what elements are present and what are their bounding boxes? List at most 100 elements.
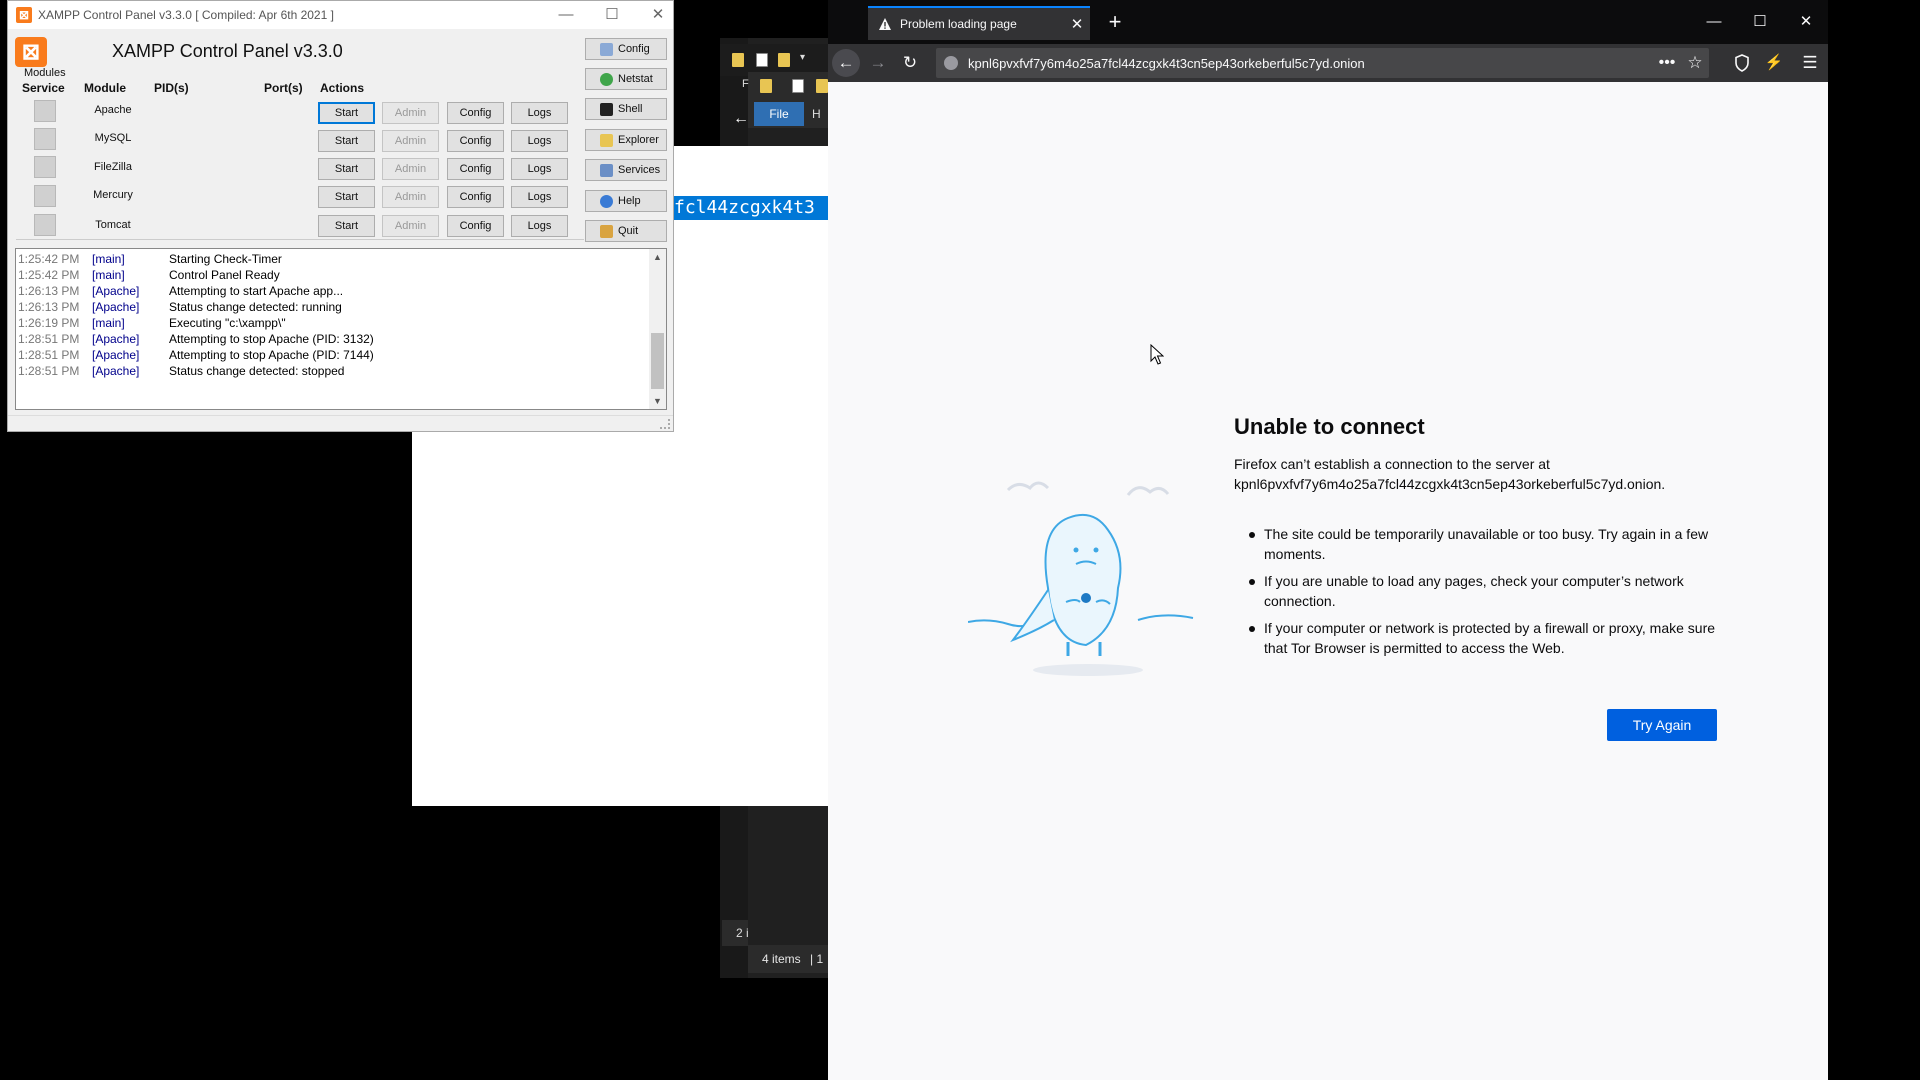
new-tab-button[interactable]: +	[1100, 8, 1130, 38]
logs-button[interactable]: Logs	[511, 158, 568, 180]
scroll-thumb[interactable]	[651, 333, 664, 389]
close-button[interactable]: ✕	[635, 3, 681, 27]
service-checkbox[interactable]	[34, 100, 56, 122]
netstat-button[interactable]: Netstat	[585, 68, 667, 90]
maximize-button[interactable]: ☐	[589, 3, 635, 27]
page-actions-icon[interactable]: •••	[1653, 54, 1681, 72]
help-button[interactable]: Help	[585, 190, 667, 212]
tab-problem-loading[interactable]: Problem loading page ✕	[868, 6, 1090, 40]
config-button[interactable]: Config	[447, 158, 504, 180]
minimize-button[interactable]: —	[543, 3, 589, 27]
maximize-button[interactable]: ☐	[1737, 8, 1783, 36]
config-button[interactable]: Config	[447, 130, 504, 152]
close-button[interactable]: ✕	[1783, 8, 1829, 36]
log-message: Attempting to stop Apache (PID: 7144)	[169, 348, 374, 362]
terminal-icon	[600, 102, 613, 116]
chevron-down-icon[interactable]: ▾	[800, 52, 805, 63]
start-button[interactable]: Start	[318, 186, 375, 208]
error-suggestions: The site could be temporarily unavailabl…	[1234, 524, 1724, 665]
log-module: [main]	[92, 252, 125, 266]
folder-icon	[600, 133, 613, 147]
forward-button[interactable]: →	[864, 49, 892, 77]
log-time: 1:26:13 PM	[18, 284, 80, 298]
log-module: [Apache]	[92, 348, 140, 362]
info-icon[interactable]	[944, 56, 958, 70]
status-separator: | 1	[810, 952, 824, 966]
config-button[interactable]: Config	[447, 102, 504, 124]
scroll-down-arrow-icon[interactable]: ▼	[649, 393, 666, 409]
service-checkbox[interactable]	[34, 185, 56, 207]
shell-label: Shell	[618, 103, 643, 115]
log-time: 1:28:51 PM	[18, 332, 80, 346]
shield-icon[interactable]	[1732, 53, 1752, 73]
module-name: Tomcat	[95, 219, 131, 231]
log-scrollbar[interactable]: ▲ ▼	[649, 249, 666, 409]
error-title: Unable to connect	[1234, 414, 1425, 439]
explorer-left-status: 2 i	[722, 920, 748, 946]
divider	[16, 239, 584, 240]
reload-button[interactable]: ↻	[896, 49, 924, 77]
scroll-up-arrow-icon[interactable]: ▲	[649, 249, 666, 265]
service-checkbox[interactable]	[34, 156, 56, 178]
try-again-button[interactable]: Try Again	[1607, 709, 1717, 741]
admin-button[interactable]: Admin	[382, 130, 439, 152]
config-side-button[interactable]: Config	[585, 38, 667, 60]
header-actions: Actions	[320, 81, 365, 95]
header-pids: PID(s)	[154, 81, 189, 95]
module-name: FileZilla	[94, 161, 132, 173]
quit-button[interactable]: Quit	[585, 220, 667, 242]
quit-label: Quit	[618, 225, 639, 237]
list-item: If you are unable to load any pages, che…	[1234, 571, 1724, 611]
folder-icon[interactable]	[732, 53, 744, 67]
properties-icon[interactable]	[756, 53, 768, 67]
selected-text[interactable]: fcl44zcgxk4t3	[672, 196, 830, 220]
shell-button[interactable]: Shell	[585, 98, 667, 120]
url-text[interactable]: kpnl6pvxfvf7y6m4o25a7fcl44zcgxk4t3cn5ep4…	[968, 56, 1653, 71]
admin-button[interactable]: Admin	[382, 215, 439, 237]
back-button[interactable]: ←	[832, 49, 860, 77]
start-button[interactable]: Start	[318, 158, 375, 180]
resize-grip-icon[interactable]	[660, 419, 670, 429]
explorer-button[interactable]: Explorer	[585, 129, 667, 151]
close-tab-icon[interactable]: ✕	[1064, 15, 1090, 33]
items-count: 4 items	[762, 952, 801, 966]
start-button[interactable]: Start	[318, 130, 375, 152]
new-folder-icon[interactable]	[778, 53, 790, 67]
help-icon	[600, 194, 613, 208]
xampp-titlebar: ⊠ XAMPP Control Panel v3.3.0 [ Compiled:…	[8, 1, 673, 29]
config-button[interactable]: Config	[447, 186, 504, 208]
url-bar[interactable]: kpnl6pvxfvf7y6m4o25a7fcl44zcgxk4t3cn5ep4…	[936, 48, 1709, 78]
logs-button[interactable]: Logs	[511, 186, 568, 208]
header-ports: Port(s)	[264, 81, 303, 95]
start-button[interactable]: Start	[318, 102, 375, 124]
config-button[interactable]: Config	[447, 215, 504, 237]
new-folder-icon[interactable]	[816, 79, 828, 93]
admin-button[interactable]: Admin	[382, 102, 439, 124]
back-arrow-icon[interactable]: ←	[733, 110, 749, 128]
star-icon[interactable]: ☆	[1681, 53, 1709, 73]
log-console[interactable]: 1:25:42 PM [main] Starting Check-Timer 1:2…	[15, 248, 667, 410]
tab-home[interactable]: H	[812, 102, 821, 126]
service-checkbox[interactable]	[34, 128, 56, 150]
header-module: Module	[84, 81, 126, 95]
folder-icon[interactable]	[760, 79, 772, 93]
minimize-button[interactable]: —	[1691, 8, 1737, 36]
admin-button[interactable]: Admin	[382, 158, 439, 180]
tor-onion-icon[interactable]: ⚡	[1764, 53, 1784, 73]
error-url: kpnl6pvxfvf7y6m4o25a7fcl44zcgxk4t3cn5ep4…	[1234, 476, 1666, 492]
logs-button[interactable]: Logs	[511, 130, 568, 152]
editor-content[interactable]	[672, 146, 830, 806]
tab-file[interactable]: File	[754, 102, 804, 126]
logs-button[interactable]: Logs	[511, 102, 568, 124]
log-message: Control Panel Ready	[169, 268, 280, 282]
log-time: 1:26:19 PM	[18, 316, 80, 330]
tab-bar: Problem loading page ✕ + — ☐ ✕	[828, 0, 1828, 44]
admin-button[interactable]: Admin	[382, 186, 439, 208]
start-button[interactable]: Start	[318, 215, 375, 237]
hamburger-menu-icon[interactable]: ☰	[1800, 53, 1820, 73]
properties-icon[interactable]	[792, 79, 804, 93]
logs-button[interactable]: Logs	[511, 215, 568, 237]
services-button[interactable]: Services	[585, 159, 667, 181]
service-checkbox[interactable]	[34, 214, 56, 236]
list-item: If your computer or network is protected…	[1234, 618, 1724, 658]
